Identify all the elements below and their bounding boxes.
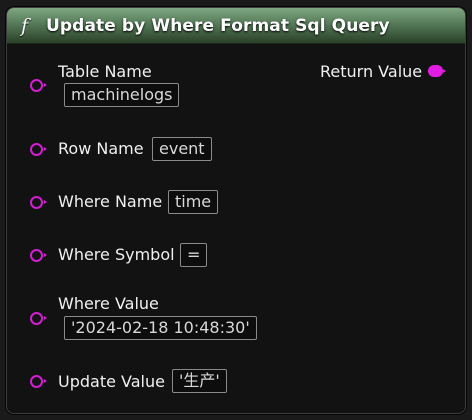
update-value-field[interactable]: '生产' (172, 369, 227, 393)
node-title: Update by Where Format Sql Query (46, 15, 390, 36)
table-name-field[interactable]: machinelogs (64, 83, 180, 107)
node-header[interactable]: f Update by Where Format Sql Query (7, 8, 465, 44)
where-name-field[interactable]: time (168, 190, 219, 214)
return-value-label: Return Value (320, 62, 423, 81)
where-value-field[interactable]: '2024-02-18 10:48:30' (64, 316, 257, 340)
row-name-field[interactable]: event (152, 137, 212, 161)
row-name-label: Row Name (58, 139, 144, 158)
where-symbol-label: Where Symbol (58, 245, 175, 264)
update-value-pin[interactable] (30, 375, 47, 388)
where-symbol-pin[interactable] (30, 249, 47, 262)
where-name-pin[interactable] (30, 196, 47, 209)
row-name-pin[interactable] (30, 143, 47, 156)
return-value-pin[interactable] (428, 65, 446, 77)
update-value-label: Update Value (58, 372, 165, 391)
where-value-pin[interactable] (30, 312, 47, 325)
table-name-pin[interactable] (30, 79, 47, 92)
function-icon: f (21, 14, 29, 37)
where-symbol-field[interactable]: = (180, 243, 208, 267)
where-name-label: Where Name (58, 192, 163, 211)
blueprint-node[interactable]: f Update by Where Format Sql Query Retur… (6, 7, 466, 414)
table-name-label: Table Name (58, 62, 152, 81)
where-value-label: Where Value (58, 294, 159, 313)
